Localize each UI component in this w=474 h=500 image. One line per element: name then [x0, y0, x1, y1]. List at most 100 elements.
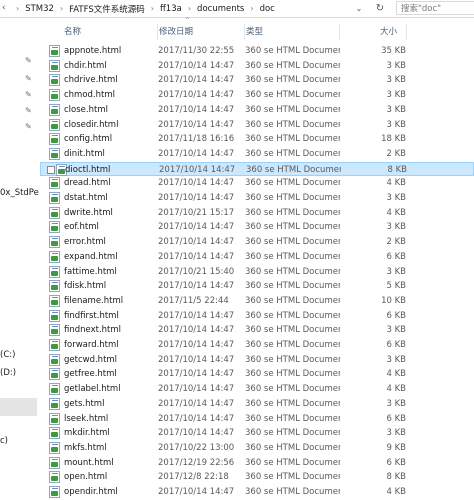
file-row[interactable]: mount.html 2017/12/19 22:56 360 se HTML Do… [40, 456, 474, 471]
file-modified-date: 2017/11/30 22:55 [158, 46, 235, 56]
breadcrumb-item-documents[interactable]: documents [195, 4, 246, 14]
file-modified-date: 2017/10/14 14:47 [158, 369, 235, 380]
file-modified-date: 2017/10/14 14:47 [158, 340, 235, 350]
file-name: fattime.html [64, 266, 117, 277]
pin-icon[interactable]: ✎ [25, 106, 32, 115]
file-type: 360 se HTML Document [245, 104, 340, 115]
file-name: closedir.html [64, 119, 119, 130]
file-size: 2 KB [386, 237, 406, 248]
file-row[interactable]: getlabel.html 2017/10/14 14:47 360 se HTML… [40, 382, 474, 397]
file-name: open.html [64, 472, 108, 483]
breadcrumb-item-stm32[interactable]: STM32 [23, 4, 56, 14]
file-name: filename.html [64, 295, 124, 306]
html-file-icon [49, 471, 60, 484]
search-input[interactable]: 搜索"doc" [396, 1, 474, 15]
file-name: close.html [64, 104, 108, 115]
file-row[interactable]: dinit.html 2017/10/14 14:47 360 se HTML Do… [40, 147, 474, 162]
file-row[interactable]: dwrite.html 2017/10/21 15:17 360 se HTML D… [40, 206, 474, 221]
nav-item-network[interactable]: c) [0, 436, 8, 446]
file-row[interactable]: fattime.html 2017/10/21 15:40 360 se HTML … [40, 265, 474, 280]
file-row[interactable]: chdrive.html 2017/10/14 14:47 360 se HTML … [40, 73, 474, 88]
file-size: 4 KB [386, 487, 406, 497]
file-row[interactable]: dioctl.html 2017/10/14 14:47 360 se HTML D… [40, 161, 474, 177]
file-name: dstat.html [64, 193, 108, 203]
chevron-right-icon[interactable]: › [56, 4, 67, 13]
file-row[interactable]: appnote.html 2017/11/30 22:55 360 se HTML … [40, 44, 474, 59]
file-row[interactable]: getcwd.html 2017/10/14 14:47 360 se HTML D… [40, 353, 474, 368]
pin-icon[interactable]: ✎ [25, 122, 32, 131]
file-type: 360 se HTML Document [245, 310, 340, 321]
file-row[interactable]: config.html 2017/11/18 16:16 360 se HTML D… [40, 132, 474, 147]
file-row[interactable]: getfree.html 2017/10/14 14:47 360 se HTML … [40, 367, 474, 382]
sort-ascending-icon: ^ [185, 17, 191, 24]
pin-icon[interactable]: ✎ [25, 90, 32, 99]
nav-item-selected[interactable] [0, 398, 37, 416]
file-size: 6 KB [386, 251, 406, 262]
file-size: 6 KB [386, 457, 406, 468]
pin-icon[interactable]: ✎ [25, 56, 32, 65]
file-row[interactable]: open.html 2017/12/8 22:18 360 se HTML Docu… [40, 470, 474, 485]
file-row[interactable]: chmod.html 2017/10/14 14:47 360 se HTML Do… [40, 88, 474, 103]
file-row[interactable]: dread.html 2017/10/14 14:47 360 se HTML Do… [40, 176, 474, 191]
address-bar: ‹ › STM32 › FATFS文件系统源码 › ff13a › docume… [0, 0, 474, 18]
file-modified-date: 2017/10/14 14:47 [159, 164, 236, 175]
file-row[interactable]: eof.html 2017/10/14 14:47 360 se HTML Docu… [40, 220, 474, 235]
file-type: 360 se HTML Document [245, 398, 340, 409]
column-header-name[interactable]: 名称 [64, 24, 158, 40]
file-row[interactable]: lseek.html 2017/10/14 14:47 360 se HTML Do… [40, 412, 474, 427]
column-header-type[interactable]: 类型 [245, 24, 340, 40]
file-type: 360 se HTML Document [245, 134, 340, 145]
file-type: 360 se HTML Document [246, 164, 341, 175]
chevron-right-icon[interactable]: ‹ [2, 3, 6, 13]
file-name: getcwd.html [64, 354, 118, 365]
nav-item-drive-d[interactable]: (D:) [0, 368, 16, 378]
file-row[interactable]: gets.html 2017/10/14 14:47 360 se HTML Doc… [40, 397, 474, 412]
file-row[interactable]: forward.html 2017/10/14 14:47 360 se HTML … [40, 338, 474, 353]
breadcrumb-item-doc[interactable]: doc [258, 4, 277, 14]
file-row[interactable]: close.html 2017/10/14 14:47 360 se HTML Do… [40, 103, 474, 118]
column-header-row: ^ 名称 修改日期 类型 大小 [40, 17, 474, 40]
file-name: dread.html [64, 178, 111, 189]
file-size: 8 KB [386, 472, 406, 483]
html-file-icon [49, 486, 60, 498]
file-modified-date: 2017/10/14 14:47 [158, 384, 235, 395]
file-row[interactable]: mkdir.html 2017/10/14 14:47 360 se HTML Do… [40, 426, 474, 441]
file-modified-date: 2017/12/8 22:18 [158, 472, 229, 483]
nav-item-stdperiph[interactable]: 0x_StdPe [0, 188, 39, 198]
chevron-right-icon[interactable]: › [147, 4, 158, 13]
file-row[interactable]: chdir.html 2017/10/14 14:47 360 se HTML Do… [40, 59, 474, 74]
file-row[interactable]: opendir.html 2017/10/14 14:47 360 se HTML … [40, 485, 474, 500]
html-file-icon [49, 103, 60, 116]
file-type: 360 se HTML Document [245, 354, 340, 365]
file-type: 360 se HTML Document [245, 487, 340, 497]
column-header-date[interactable]: 修改日期 [158, 24, 245, 40]
pin-icon[interactable]: ✎ [25, 74, 32, 83]
chevron-right-icon[interactable]: › [184, 4, 195, 13]
file-row[interactable]: closedir.html 2017/10/14 14:47 360 se HTML… [40, 118, 474, 133]
address-history-dropdown-icon[interactable]: ⌄ [351, 1, 367, 16]
file-name: dioctl.html [65, 164, 111, 175]
file-row[interactable]: expand.html 2017/10/14 14:47 360 se HTML D… [40, 250, 474, 265]
refresh-icon[interactable]: ↻ [372, 1, 388, 16]
file-name: chmod.html [64, 90, 115, 101]
file-row[interactable]: findnext.html 2017/10/14 14:47 360 se HTML… [40, 323, 474, 338]
file-name: getfree.html [64, 369, 117, 380]
file-size: 4 KB [386, 369, 406, 380]
breadcrumb-item-fatfs[interactable]: FATFS文件系统源码 [67, 3, 147, 15]
column-header-size[interactable]: 大小 [340, 24, 407, 40]
file-type: 360 se HTML Document [245, 384, 340, 395]
chevron-right-icon[interactable]: › [12, 4, 23, 13]
file-row[interactable]: filename.html 2017/11/5 22:44 360 se HTML … [40, 294, 474, 309]
file-row[interactable]: mkfs.html 2017/10/22 13:00 360 se HTML Doc… [40, 441, 474, 456]
file-row[interactable]: findfirst.html 2017/10/14 14:47 360 se HTM… [40, 309, 474, 324]
file-row[interactable]: fdisk.html 2017/10/14 14:47 360 se HTML Do… [40, 279, 474, 294]
html-file-icon [49, 45, 60, 57]
file-type: 360 se HTML Document [245, 325, 340, 336]
row-checkbox[interactable] [47, 165, 55, 174]
nav-item-drive-c[interactable]: (C:) [0, 350, 15, 360]
file-row[interactable]: dstat.html 2017/10/14 14:47 360 se HTML Do… [40, 191, 474, 206]
breadcrumb-item-ff13a[interactable]: ff13a [158, 4, 184, 14]
file-size: 8 KB [387, 164, 407, 175]
chevron-right-icon[interactable]: › [246, 4, 257, 13]
file-row[interactable]: error.html 2017/10/14 14:47 360 se HTML Do… [40, 235, 474, 250]
